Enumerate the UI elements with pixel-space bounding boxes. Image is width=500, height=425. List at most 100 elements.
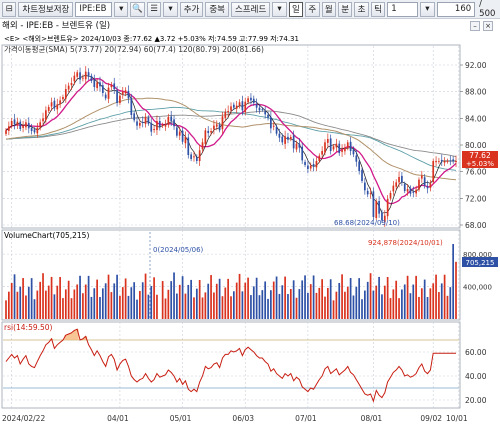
volume-bar — [47, 285, 50, 319]
candle-body — [178, 131, 181, 136]
candle-body — [426, 186, 429, 189]
period-minute-button[interactable]: 분 — [337, 1, 353, 17]
volume-bar — [45, 290, 47, 319]
candle-body — [332, 146, 335, 150]
volume-bar — [335, 291, 338, 319]
volume-bar — [136, 299, 138, 319]
search-icon[interactable]: 🔍 — [130, 1, 145, 17]
candle-body — [281, 136, 284, 143]
candle-body — [33, 129, 36, 133]
volume-bar — [147, 294, 150, 319]
symbol-input[interactable]: IPE:EB — [75, 1, 113, 17]
candle-body — [127, 90, 130, 99]
save-chart-info-button[interactable]: 차트정보저장 — [18, 1, 74, 17]
candle-body — [7, 126, 10, 131]
candle-body — [27, 122, 30, 129]
volume-bar — [73, 289, 76, 319]
volume-bar — [215, 283, 218, 319]
candle-body — [39, 122, 42, 128]
volume-bar — [264, 281, 267, 319]
volume-tick-label: 400,000 — [463, 284, 492, 292]
candle-body — [99, 82, 101, 87]
volume-bar — [324, 296, 326, 319]
date-label: 10/01 — [446, 414, 468, 423]
period-month-button[interactable]: 월 — [321, 1, 336, 17]
volume-bar — [16, 291, 19, 319]
candle-body — [153, 129, 155, 131]
volume-bar — [372, 290, 375, 319]
volume-bar — [232, 291, 235, 319]
candle-body — [446, 161, 449, 162]
candle-body — [403, 183, 406, 191]
candle-body — [167, 117, 170, 125]
candle-body — [326, 139, 329, 143]
candle-body — [19, 121, 22, 129]
candle-body — [395, 182, 398, 187]
volume-bar — [364, 290, 366, 319]
volume-bar — [139, 290, 141, 319]
chart-title: 해외 - IPE:EB - 브렌트유 (일) — [0, 20, 500, 32]
spread-dropdown-icon[interactable]: ▾ — [272, 1, 287, 17]
candle-body — [418, 179, 420, 190]
layout-icon[interactable]: ⊟ — [2, 1, 17, 17]
volume-bar — [278, 293, 281, 319]
price-tick-label: 84.00 — [465, 114, 487, 123]
candle-body — [238, 102, 241, 106]
volume-bar — [406, 275, 409, 319]
price-tick-label: 88.00 — [465, 88, 487, 97]
volume-bar — [119, 295, 121, 319]
close-icon[interactable]: × — [483, 21, 493, 31]
minimize-icon[interactable]: – — [470, 21, 480, 31]
candle-body — [62, 97, 64, 100]
volume-bar — [164, 298, 167, 319]
rsi-tick-label: 40.00 — [465, 372, 487, 381]
volume-bar — [221, 296, 224, 319]
chart-area[interactable]: <E> <해외>브렌트유> 2024/10/03 종:77.62 ▲3.72 +… — [0, 32, 500, 425]
volume-bar — [312, 275, 315, 319]
candle-body — [147, 117, 150, 124]
volume-bar — [161, 281, 164, 319]
duplicate-button[interactable]: 중복 — [205, 1, 229, 17]
period-day-button[interactable]: 일 — [288, 1, 304, 17]
candle-body — [210, 131, 212, 133]
spread-button[interactable]: 스프레드 — [230, 1, 271, 17]
candle-body — [30, 127, 33, 131]
date-label: 04/01 — [107, 414, 129, 423]
volume-bar — [70, 298, 73, 319]
period-week-button[interactable]: 주 — [305, 1, 320, 17]
volume-bar — [423, 279, 426, 319]
count-input[interactable]: 160 — [436, 1, 476, 17]
volume-bar — [13, 274, 16, 319]
volume-bar — [258, 295, 261, 319]
period-dropdown-icon[interactable]: ▾ — [420, 1, 435, 17]
candle-body — [87, 72, 90, 77]
symbol-dropdown-icon[interactable]: ▾ — [114, 1, 129, 17]
chart-type-icon[interactable]: ☰ — [146, 1, 162, 17]
candle-body — [121, 91, 124, 95]
volume-bar — [238, 273, 241, 319]
period-tick-button[interactable]: 틱 — [370, 1, 386, 17]
volume-bar — [76, 284, 79, 319]
volume-bar — [42, 273, 44, 319]
price-tick-label: 68.00 — [465, 221, 487, 230]
period-second-button[interactable]: 초 — [354, 1, 369, 17]
candle-body — [358, 161, 361, 171]
low-price-annotation: 68.68(2024/09/10) — [334, 219, 400, 227]
add-button[interactable]: 추가 — [179, 1, 204, 17]
candle-body — [241, 101, 244, 111]
last-price-change: +5.03% — [466, 160, 494, 168]
candle-body — [250, 97, 252, 101]
date-label: 09/02 — [420, 414, 442, 423]
volume-bar — [446, 295, 449, 319]
volume-bar — [116, 274, 118, 319]
volume-bar — [270, 290, 272, 319]
period-value-input[interactable]: 1 — [387, 1, 419, 17]
volume-bar — [36, 290, 39, 319]
volume-bar — [187, 284, 190, 319]
volume-bar — [156, 294, 158, 319]
volume-bar — [27, 286, 30, 319]
candle-body — [50, 102, 53, 107]
chart-type-dropdown-icon[interactable]: ▾ — [163, 1, 178, 17]
volume-bar — [409, 293, 412, 319]
candle-body — [141, 121, 144, 123]
